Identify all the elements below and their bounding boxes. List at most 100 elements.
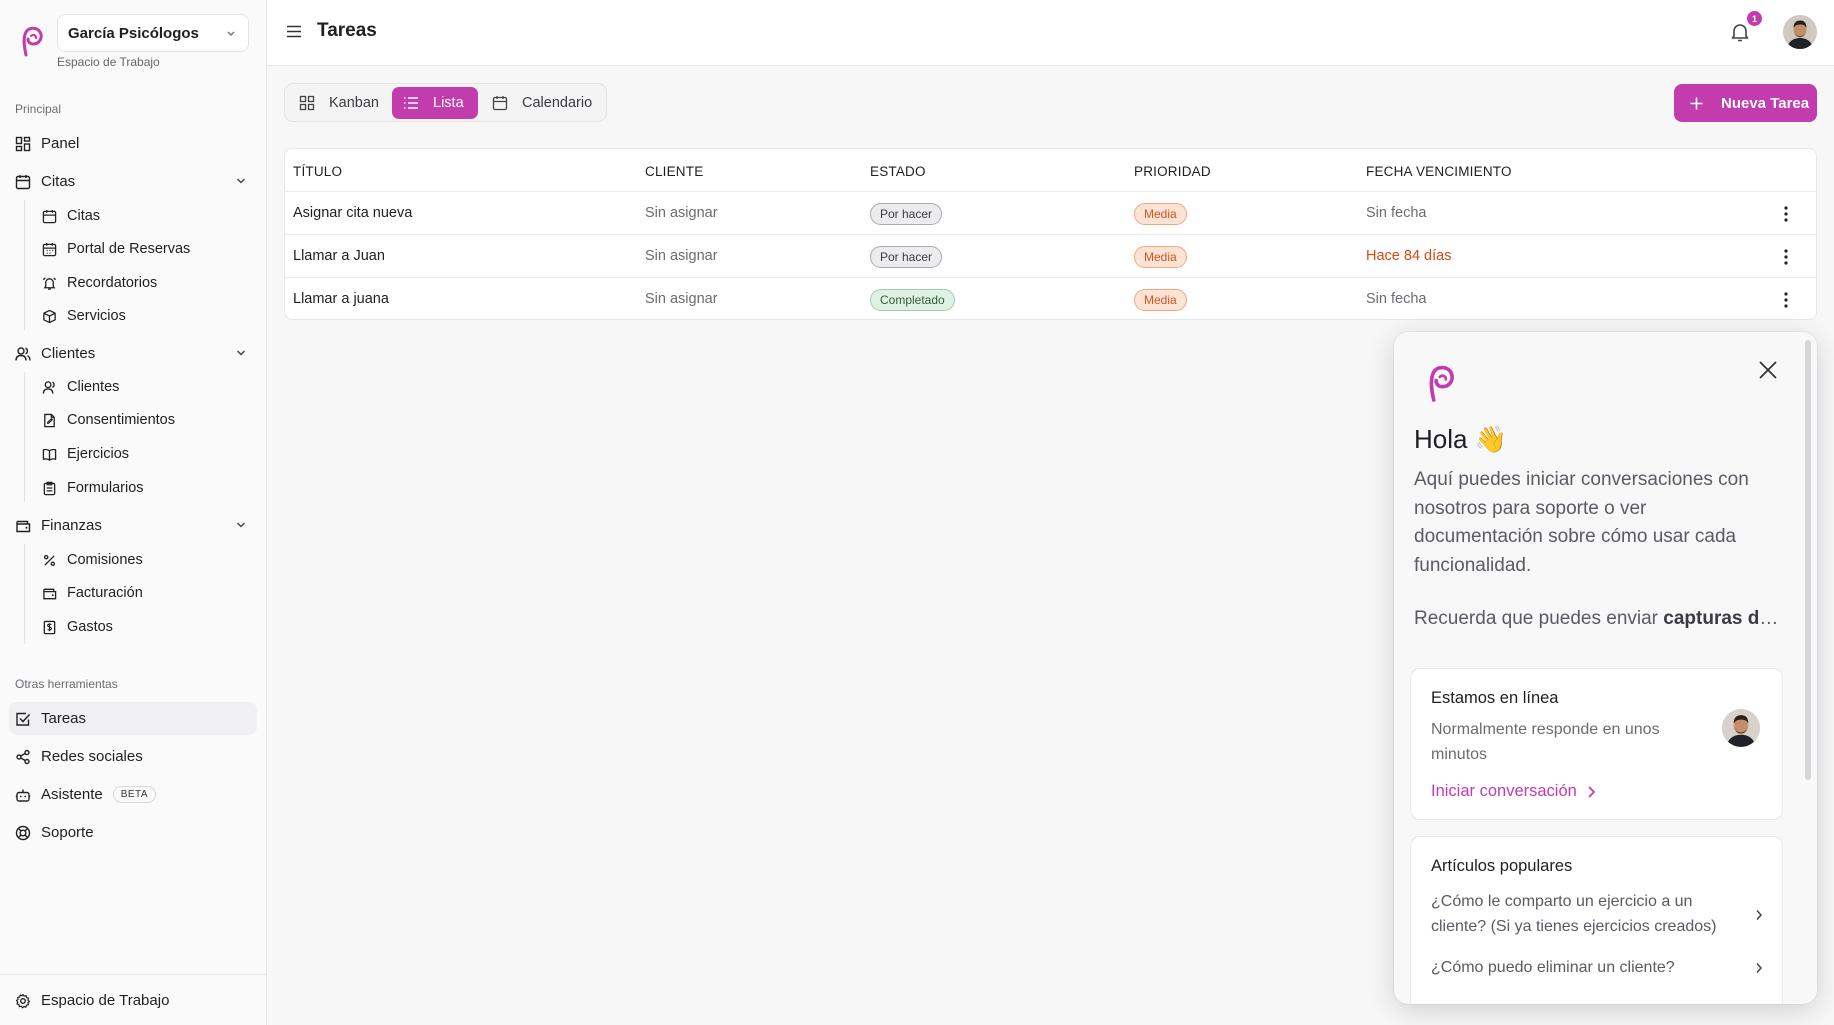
sub-formularios[interactable]: Formularios bbox=[36, 473, 256, 503]
nav-asistente[interactable]: Asistente BETA bbox=[9, 778, 257, 811]
start-conversation-label: Iniciar conversación bbox=[1431, 782, 1577, 800]
bell-icon[interactable] bbox=[1729, 21, 1751, 43]
book-open-icon bbox=[42, 448, 57, 461]
nav-redes-sociales[interactable]: Redes sociales bbox=[9, 740, 257, 773]
task-title[interactable]: Llamar a juana bbox=[293, 291, 389, 307]
widget-reminder: Recuerda que puedes enviar capturas de p… bbox=[1414, 608, 1784, 630]
sub-consentimientos[interactable]: Consentimientos bbox=[36, 405, 256, 435]
task-title[interactable]: Llamar a Juan bbox=[293, 248, 385, 264]
view-kanban-button[interactable]: Kanban bbox=[288, 87, 392, 119]
new-task-button[interactable]: Nueva Tarea bbox=[1674, 84, 1817, 122]
sub-formularios-label: Formularios bbox=[67, 480, 144, 496]
nav-espacio-trabajo[interactable]: Espacio de Trabajo bbox=[9, 984, 257, 1017]
sub-clientes[interactable]: Clientes bbox=[36, 372, 256, 402]
sub-consentimientos-label: Consentimientos bbox=[67, 412, 175, 428]
article-link[interactable]: ¿Cómo puedo eliminar un cliente? bbox=[1431, 955, 1751, 980]
receipt-dollar-icon bbox=[43, 620, 56, 634]
column-header-status[interactable]: ESTADO bbox=[870, 164, 926, 179]
sub-comisiones-label: Comisiones bbox=[67, 552, 143, 568]
column-header-title[interactable]: TÍTULO bbox=[293, 164, 342, 179]
status-badge: Completado bbox=[870, 289, 955, 311]
nav-panel[interactable]: Panel bbox=[9, 127, 257, 160]
column-header-client[interactable]: CLIENTE bbox=[645, 164, 703, 179]
calendar-icon bbox=[15, 174, 31, 189]
view-calendario-label: Calendario bbox=[522, 95, 593, 111]
table-row[interactable]: Asignar cita nueva Sin asignar Por hacer… bbox=[285, 191, 1816, 234]
alarm-bell-icon bbox=[42, 276, 57, 290]
priority-badge: Media bbox=[1134, 246, 1187, 268]
view-lista-label: Lista bbox=[433, 95, 464, 111]
chevron-down-icon[interactable] bbox=[235, 347, 247, 359]
nav-finanzas-label: Finanzas bbox=[41, 517, 102, 534]
nav-clientes-label: Clientes bbox=[41, 345, 96, 362]
calendar-icon bbox=[492, 96, 508, 111]
percent-icon bbox=[43, 554, 56, 566]
life-buoy-icon bbox=[15, 825, 31, 840]
view-lista-button[interactable]: Lista bbox=[392, 87, 478, 119]
close-icon[interactable] bbox=[1756, 358, 1780, 382]
nav-citas-label: Citas bbox=[41, 173, 76, 190]
column-header-priority[interactable]: PRIORIDAD bbox=[1134, 164, 1211, 179]
hamburger-menu-icon[interactable] bbox=[287, 25, 301, 38]
sidebar-footer: Espacio de Trabajo bbox=[0, 974, 267, 1025]
chevron-down-icon[interactable] bbox=[235, 175, 247, 187]
table-row[interactable]: Llamar a Juan Sin asignar Por hacer Medi… bbox=[285, 234, 1816, 277]
sub-servicios[interactable]: Servicios bbox=[36, 301, 256, 331]
nav-tareas[interactable]: Tareas bbox=[9, 702, 257, 735]
nav-finanzas[interactable]: Finanzas bbox=[9, 509, 257, 542]
sub-servicios-label: Servicios bbox=[67, 308, 126, 324]
nav-asistente-label: Asistente bbox=[41, 786, 103, 803]
sub-facturacion[interactable]: Facturación bbox=[36, 578, 256, 608]
nav-citas[interactable]: Citas bbox=[9, 165, 257, 198]
more-options-icon[interactable] bbox=[1784, 248, 1788, 266]
view-calendario-button[interactable]: Calendario bbox=[481, 87, 603, 119]
task-title[interactable]: Asignar cita nueva bbox=[293, 205, 412, 221]
sub-ejercicios[interactable]: Ejercicios bbox=[36, 439, 256, 469]
online-card: Estamos en línea Normalmente responde en… bbox=[1410, 668, 1783, 820]
priority-badge: Media bbox=[1134, 203, 1187, 225]
widget-scrollbar[interactable] bbox=[1805, 340, 1811, 780]
avatar-image bbox=[1783, 15, 1817, 49]
sub-portal-label: Portal de Reservas bbox=[67, 241, 191, 257]
share-icon bbox=[16, 749, 30, 764]
nav-clientes[interactable]: Clientes bbox=[9, 337, 257, 370]
sub-gastos[interactable]: Gastos bbox=[36, 612, 256, 642]
nav-soporte[interactable]: Soporte bbox=[9, 816, 257, 849]
sub-recordatorios[interactable]: Recordatorios bbox=[36, 268, 256, 298]
workspace-selector[interactable]: García Psicólogos bbox=[57, 14, 249, 52]
bot-icon bbox=[15, 789, 31, 802]
calendar-icon bbox=[42, 209, 57, 223]
start-conversation-link[interactable]: Iniciar conversación bbox=[1431, 782, 1596, 801]
sub-clientes-label: Clientes bbox=[67, 379, 120, 395]
agent-avatar-image bbox=[1722, 709, 1760, 747]
plus-icon bbox=[1690, 97, 1703, 109]
more-options-icon[interactable] bbox=[1784, 291, 1788, 309]
table-row[interactable]: Llamar a juana Sin asignar Completado Me… bbox=[285, 277, 1816, 319]
chevron-down-icon[interactable] bbox=[235, 519, 247, 531]
page-title: Tareas bbox=[317, 20, 377, 41]
notification-badge: 1 bbox=[1747, 11, 1762, 26]
tree-line bbox=[24, 372, 25, 502]
file-signature-icon bbox=[44, 413, 55, 427]
chevron-right-icon bbox=[1756, 910, 1763, 920]
sub-portal-reservas[interactable]: Portal de Reservas bbox=[36, 234, 256, 264]
user-avatar[interactable] bbox=[1783, 15, 1817, 49]
chevron-right-icon bbox=[1588, 785, 1596, 798]
gear-icon bbox=[15, 993, 31, 1008]
online-subtitle: Normalmente responde en unos minutos bbox=[1431, 721, 1660, 763]
priority-badge: Media bbox=[1134, 289, 1187, 311]
article-link[interactable]: ¿Cómo le comparto un ejercicio a un clie… bbox=[1431, 889, 1751, 939]
tasks-table: TÍTULO CLIENTE ESTADO PRIORIDAD FECHA VE… bbox=[284, 148, 1817, 320]
sub-facturacion-label: Facturación bbox=[67, 585, 143, 601]
sub-comisiones[interactable]: Comisiones bbox=[36, 545, 256, 575]
sub-citas[interactable]: Citas bbox=[36, 201, 256, 231]
wallet-icon bbox=[16, 520, 31, 532]
more-options-icon[interactable] bbox=[1784, 205, 1788, 223]
wallet-icon bbox=[43, 588, 57, 599]
checkbox-icon bbox=[16, 712, 31, 726]
sub-ejercicios-label: Ejercicios bbox=[67, 446, 130, 462]
view-kanban-label: Kanban bbox=[329, 95, 379, 111]
column-header-due-date[interactable]: FECHA VENCIMIENTO bbox=[1366, 164, 1512, 179]
sub-gastos-label: Gastos bbox=[67, 619, 113, 635]
online-title: Estamos en línea bbox=[1431, 689, 1559, 707]
